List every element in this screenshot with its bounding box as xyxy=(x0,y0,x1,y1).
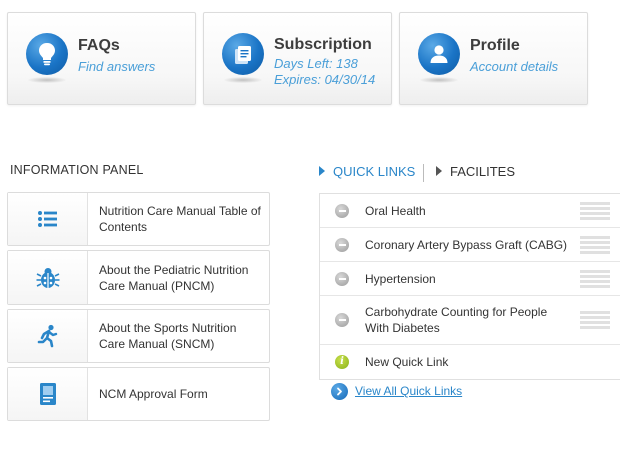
quick-link-label: Hypertension xyxy=(365,271,436,286)
tab-facilites[interactable]: FACILITES xyxy=(436,164,515,179)
drag-handle-icon[interactable] xyxy=(580,235,610,254)
info-item-icon-cell xyxy=(8,251,88,304)
info-item-icon-cell xyxy=(8,368,88,420)
subscription-expires: Expires: 04/30/14 xyxy=(274,72,376,87)
quick-link-label: Oral Health xyxy=(365,203,426,218)
quick-links-list: Oral Health Coronary Artery Bypass Graft… xyxy=(319,193,620,380)
documents-icon xyxy=(235,46,251,64)
remove-icon[interactable] xyxy=(335,237,349,252)
profile-subtitle: Account details xyxy=(470,59,559,74)
faqs-circle xyxy=(26,33,68,75)
info-item-table-of-contents[interactable]: Nutrition Care Manual Table of Contents xyxy=(7,192,270,246)
list-icon xyxy=(37,211,57,227)
subscription-days-left: Days Left: 138 xyxy=(274,56,358,71)
tab-facilites-label: FACILITES xyxy=(450,164,516,179)
tab-quick-links-label: QUICK LINKS xyxy=(333,164,416,179)
profile-title: Profile xyxy=(470,37,520,54)
lightbulb-icon xyxy=(39,43,55,66)
quick-link-hypertension[interactable]: Hypertension xyxy=(320,262,620,296)
drag-handle-icon[interactable] xyxy=(580,201,610,220)
quick-link-label: Carbohydrate Counting for People With Di… xyxy=(365,305,548,335)
quick-link-label: New Quick Link xyxy=(365,355,449,369)
info-icon: i xyxy=(335,355,349,369)
form-icon xyxy=(39,383,56,405)
bug-icon xyxy=(36,267,59,288)
info-item-label: About the Pediatric Nutrition Care Manua… xyxy=(99,262,249,293)
subscription-circle xyxy=(222,33,264,75)
profile-circle xyxy=(418,33,460,75)
tab-separator xyxy=(423,164,424,182)
information-panel-heading: INFORMATION PANEL xyxy=(10,163,144,177)
info-item-label: Nutrition Care Manual Table of Contents xyxy=(99,204,261,234)
view-all-quick-links-label[interactable]: View All Quick Links xyxy=(355,384,462,398)
tab-quick-links[interactable]: QUICK LINKS xyxy=(319,164,415,179)
chevron-right-icon xyxy=(331,383,348,400)
faqs-icon-shadow xyxy=(28,77,66,83)
quick-link-new[interactable]: i New Quick Link xyxy=(320,345,620,379)
subscription-tile[interactable]: Subscription Days Left: 138 Expires: 04/… xyxy=(203,12,392,105)
info-item-pediatric[interactable]: About the Pediatric Nutrition Care Manua… xyxy=(7,250,270,305)
triangle-right-icon xyxy=(436,166,442,176)
remove-icon[interactable] xyxy=(335,313,349,327)
quick-link-cabg[interactable]: Coronary Artery Bypass Graft (CABG) xyxy=(320,228,620,262)
drag-handle-icon[interactable] xyxy=(580,269,610,288)
user-icon xyxy=(430,45,448,63)
faqs-subtitle: Find answers xyxy=(78,59,156,74)
subscription-icon-shadow xyxy=(224,77,262,83)
runner-icon xyxy=(37,324,57,348)
info-item-sports[interactable]: About the Sports Nutrition Care Manual (… xyxy=(7,309,270,363)
remove-icon[interactable] xyxy=(335,271,349,286)
info-item-label: About the Sports Nutrition Care Manual (… xyxy=(99,321,237,351)
remove-icon[interactable] xyxy=(335,203,349,218)
quick-link-carb-counting[interactable]: Carbohydrate Counting for People With Di… xyxy=(320,296,620,345)
subscription-title: Subscription xyxy=(274,36,372,53)
info-item-approval-form[interactable]: NCM Approval Form xyxy=(7,367,270,421)
quick-link-label: Coronary Artery Bypass Graft (CABG) xyxy=(365,237,568,252)
info-item-icon-cell xyxy=(8,310,88,362)
faqs-title: FAQs xyxy=(78,37,120,54)
profile-tile[interactable]: Profile Account details xyxy=(399,12,588,105)
info-item-icon-cell xyxy=(8,193,88,245)
profile-icon-shadow xyxy=(420,77,458,83)
drag-handle-icon[interactable] xyxy=(580,311,610,329)
info-item-label: NCM Approval Form xyxy=(99,387,208,401)
quick-link-oral-health[interactable]: Oral Health xyxy=(320,194,620,228)
faqs-tile[interactable]: FAQs Find answers xyxy=(7,12,196,105)
triangle-right-icon xyxy=(319,166,325,176)
